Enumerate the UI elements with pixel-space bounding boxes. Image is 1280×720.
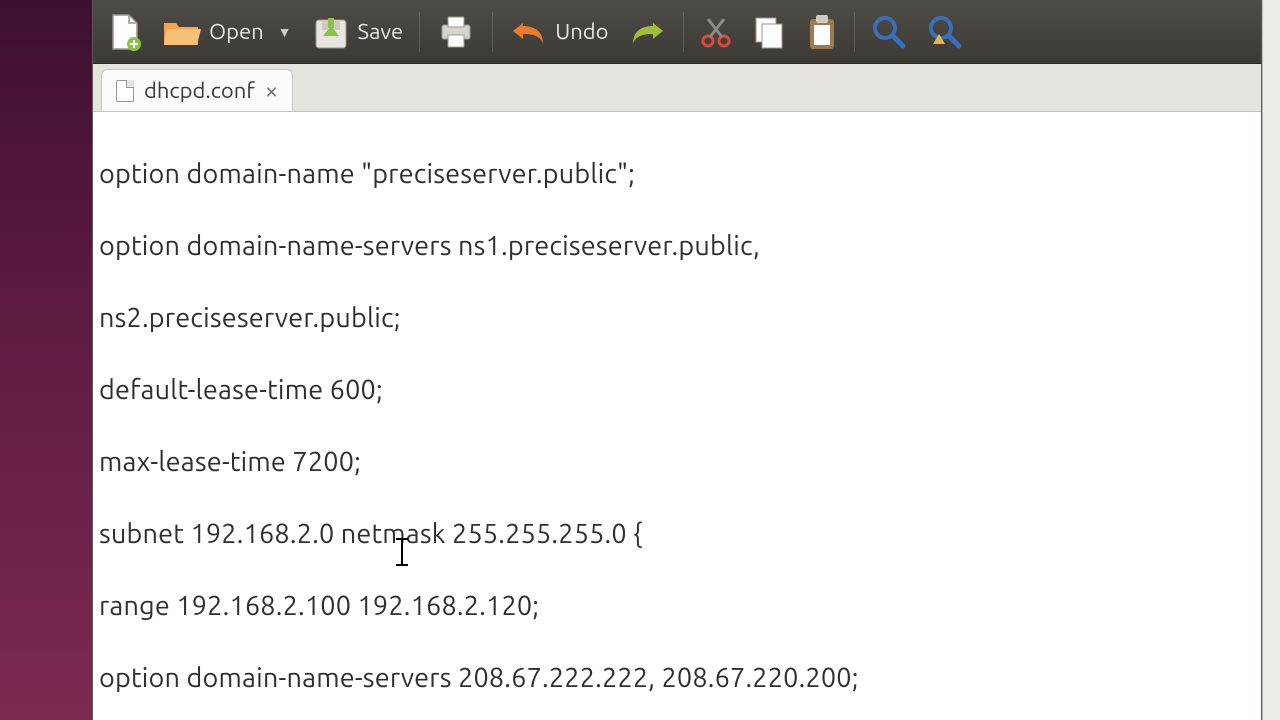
tab-dhcpd-conf[interactable]: dhcpd.conf × <box>101 69 293 111</box>
open-label: Open <box>209 19 264 44</box>
paste-button[interactable] <box>798 8 846 56</box>
toolbar-separator <box>419 12 420 52</box>
save-label: Save <box>358 19 404 44</box>
close-tab-button[interactable]: × <box>265 77 279 104</box>
chevron-down-icon[interactable]: ▼ <box>278 24 292 40</box>
redo-button[interactable] <box>621 8 675 56</box>
code-line: option domain-name "preciseserver.public… <box>99 156 1255 192</box>
clipboard-icon <box>806 13 838 51</box>
new-file-icon <box>109 13 141 51</box>
undo-button[interactable]: Undo <box>501 8 616 56</box>
open-button[interactable]: Open ▼ <box>153 8 300 56</box>
scissors-icon <box>700 15 732 49</box>
code-line: option domain-name-servers ns1.precisese… <box>99 228 1255 264</box>
printer-icon <box>436 15 476 49</box>
find-replace-button[interactable] <box>919 8 971 56</box>
text-editor-window: Open ▼ Save Undo <box>92 0 1262 720</box>
find-replace-icon <box>927 14 963 50</box>
code-line: default-lease-time 600; <box>99 372 1255 408</box>
toolbar-separator <box>492 12 493 52</box>
toolbar-separator <box>683 12 684 52</box>
save-button[interactable]: Save <box>304 8 412 56</box>
adjacent-window-edge <box>1262 0 1280 720</box>
tab-filename: dhcpd.conf <box>144 78 255 103</box>
code-line: max-lease-time 7200; <box>99 444 1255 480</box>
code-line: range 192.168.2.100 192.168.2.120; <box>99 588 1255 624</box>
undo-icon <box>509 17 547 47</box>
code-line: ns2.preciseserver.public; <box>99 300 1255 336</box>
editor-area[interactable]: option domain-name "preciseserver.public… <box>93 112 1261 720</box>
code-line: subnet 192.168.2.0 netmask 255.255.255.0… <box>99 516 1255 552</box>
toolbar: Open ▼ Save Undo <box>93 0 1261 64</box>
code-line: option domain-name-servers 208.67.222.22… <box>99 660 1255 696</box>
undo-label: Undo <box>555 19 608 44</box>
search-icon <box>871 14 907 50</box>
find-button[interactable] <box>863 8 915 56</box>
print-button[interactable] <box>428 8 484 56</box>
cut-button[interactable] <box>692 8 740 56</box>
document-icon <box>116 80 134 102</box>
redo-icon <box>629 17 667 47</box>
save-icon <box>312 14 350 50</box>
new-file-button[interactable] <box>101 8 149 56</box>
desktop-background: Open ▼ Save Undo <box>0 0 1280 720</box>
tab-bar: dhcpd.conf × <box>93 64 1261 112</box>
copy-button[interactable] <box>744 8 794 56</box>
toolbar-separator <box>854 12 855 52</box>
folder-open-icon <box>161 15 201 49</box>
copy-icon <box>752 14 786 50</box>
